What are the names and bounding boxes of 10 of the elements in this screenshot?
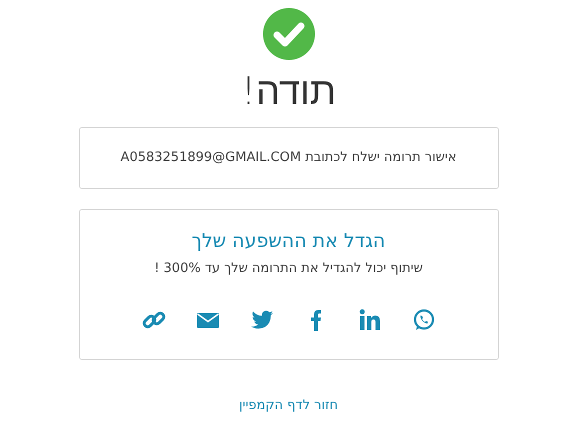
check-circle-icon <box>262 8 314 60</box>
linkedin-share-button[interactable] <box>358 308 382 332</box>
whatsapp-share-button[interactable] <box>412 308 436 332</box>
share-subtitle: שיתוף יכול להגדיל את התרומה שלך עד 300% ! <box>153 260 424 278</box>
confirmation-message: אישור תרומה ישלח לכתובת A0583251899@GMAIL.COM <box>120 149 456 168</box>
linkedin-icon <box>358 308 382 332</box>
whatsapp-icon <box>412 308 436 332</box>
thank-you-title: תודה! <box>240 72 338 110</box>
back-to-campaign-link[interactable]: חזור לדף הקמפיין <box>239 398 338 413</box>
share-heading: הגדל את ההשפעה שלך <box>190 230 386 253</box>
